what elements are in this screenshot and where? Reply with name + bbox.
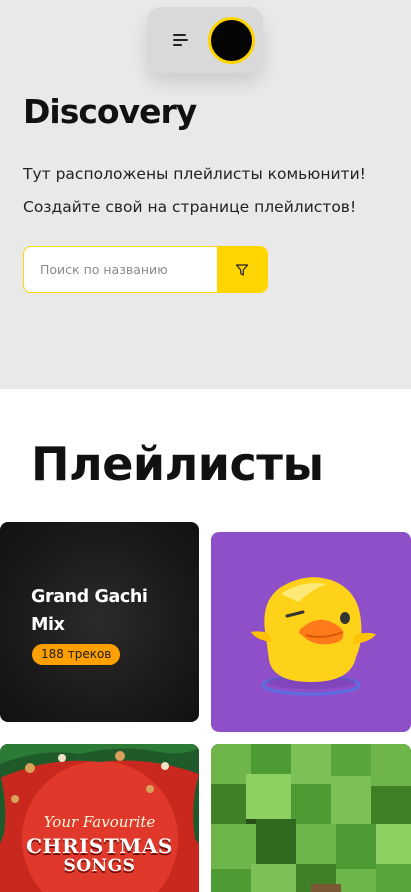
voxel-grass-blocks [211, 744, 411, 892]
search-box [23, 246, 268, 293]
description-line-2: Создайте свой на странице плейлистов! [23, 198, 357, 216]
avatar[interactable] [208, 17, 255, 64]
playlist-card-title: Grand Gachi Mix [31, 587, 148, 635]
filter-button[interactable] [217, 247, 267, 292]
filter-icon [235, 263, 249, 276]
menu-icon[interactable] [173, 34, 189, 48]
page-title: Discovery [23, 92, 197, 131]
top-nav-bar [147, 7, 263, 73]
duck-illustration [251, 577, 376, 696]
search-input[interactable] [24, 247, 219, 292]
christmas-cover-line-2: CHRISTMAS [26, 834, 173, 858]
christmas-cover-line-1: Your Favourite [43, 813, 156, 831]
playlist-card-voxel[interactable] [211, 744, 411, 892]
playlist-card-duck[interactable] [211, 532, 411, 732]
christmas-cover-line-3: SONGS [63, 856, 136, 876]
description-line-1: Тут расположены плейлисты комьюнити! [23, 165, 366, 183]
playlists-title: Плейлисты [31, 437, 324, 491]
track-count-badge: 188 треков [32, 644, 121, 665]
